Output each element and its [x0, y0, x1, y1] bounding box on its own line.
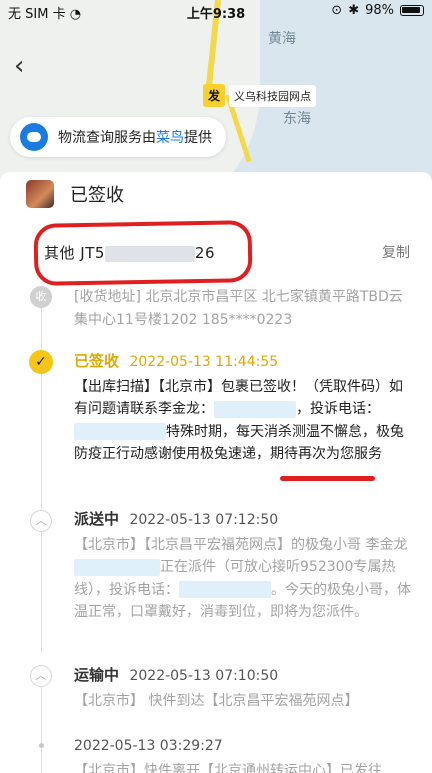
- map-label-yellow-sea: 黄海: [268, 31, 296, 47]
- chevron-up-icon[interactable]: ︿: [30, 510, 52, 532]
- event-desc-part: 【北京市】【北京昌平宏福苑网点】的极兔小哥 李金龙: [74, 536, 408, 553]
- chevron-up-icon[interactable]: ︿: [30, 665, 52, 687]
- event-time: 2022-05-13 03:29:27: [74, 738, 223, 754]
- timeline-dot: [39, 743, 44, 748]
- battery-icon: [400, 5, 424, 16]
- orientation-lock-icon: ⊙: [331, 3, 343, 18]
- package-header: 已签收: [26, 180, 124, 208]
- event-status: 已签收: [74, 352, 120, 370]
- event-description: 【北京市】快件离开【北京通州转运中心】已发往: [74, 762, 382, 773]
- event-description: 【出库扫描】【北京市】包裹已签收！（凭取件码）如有问题请联系李金龙： ，投诉电话：…: [74, 376, 414, 466]
- timeline-line: [41, 532, 42, 652]
- origin-pin-badge: 发: [203, 84, 226, 107]
- provider-text: 物流查询服务由菜鸟提供: [58, 127, 212, 147]
- phone-redaction: [214, 400, 296, 418]
- status-right: ⊙ ✱ 98%: [331, 3, 424, 18]
- timeline-line: [41, 308, 42, 354]
- event-status: 运输中: [74, 666, 120, 684]
- event-time: 2022-05-13 07:10:50: [129, 668, 279, 684]
- receive-address-text: [收货地址] 北京北京市昌平区 北七家镇黄平路TBD云集中心11号楼1202 1…: [74, 289, 403, 328]
- map-label-east-sea: 东海: [283, 111, 311, 127]
- product-thumbnail[interactable]: [26, 180, 54, 208]
- event-time: 2022-05-13 11:44:55: [129, 354, 279, 370]
- timeline-event-transit: 运输中 2022-05-13 07:10:50 【北京市】 快件到达【北京昌平宏…: [74, 664, 414, 712]
- timeline-event-departed: 2022-05-13 03:29:27 【北京市】快件离开【北京通州转运中心】已…: [74, 735, 414, 773]
- event-desc-part: ，投诉电话：: [296, 401, 380, 417]
- status-bar: 无 SIM 卡 ◔ 上午9:38 ⊙ ✱ 98%: [0, 0, 432, 22]
- provider-prefix: 物流查询服务由: [58, 130, 156, 146]
- bluetooth-icon: ✱: [348, 3, 360, 18]
- tracking-card: 已签收 其他 JT5 26 复制 收 [收货地址] 北京北京市昌平区 北七家镇黄平…: [0, 172, 432, 773]
- phone-redaction: [74, 558, 160, 576]
- receive-address-icon: 收: [30, 286, 52, 308]
- origin-pin-label: 义乌科技园网点: [229, 84, 317, 107]
- back-button[interactable]: ‹: [14, 52, 42, 80]
- origin-pin[interactable]: 发 义乌科技园网点: [203, 84, 317, 107]
- battery-percent: 98%: [365, 3, 394, 18]
- phone-redaction: [179, 581, 271, 598]
- provider-suffix: 提供: [184, 130, 212, 146]
- package-status-title: 已签收: [70, 185, 124, 206]
- chevron-left-icon: ‹: [14, 51, 25, 81]
- annotation-circle: [33, 220, 253, 286]
- provider-banner[interactable]: 物流查询服务由菜鸟提供: [10, 117, 226, 157]
- copy-button[interactable]: 复制: [382, 242, 410, 262]
- event-description: 【北京市】【北京昌平宏福苑网点】的极兔小哥 李金龙正在派件（可放心接听95230…: [74, 534, 414, 624]
- phone-redaction: [74, 423, 166, 440]
- event-description: 【北京市】 快件到达【北京昌平宏福苑网点】: [74, 692, 359, 709]
- timeline-line: [41, 672, 42, 773]
- event-time: 2022-05-13 07:12:50: [129, 512, 279, 528]
- cainiao-logo-icon: [20, 123, 48, 151]
- event-status: 派送中: [74, 510, 120, 528]
- timeline-event-signed: 已签收 2022-05-13 11:44:55 【出库扫描】【北京市】包裹已签收…: [74, 350, 414, 466]
- annotation-underline: [280, 476, 375, 481]
- check-icon: ✓: [29, 350, 53, 374]
- timeline-line: [41, 374, 42, 512]
- provider-brand-link[interactable]: 菜鸟: [156, 130, 184, 146]
- timeline-event-delivering: 派送中 2022-05-13 07:12:50 【北京市】【北京昌平宏福苑网点】…: [74, 508, 414, 624]
